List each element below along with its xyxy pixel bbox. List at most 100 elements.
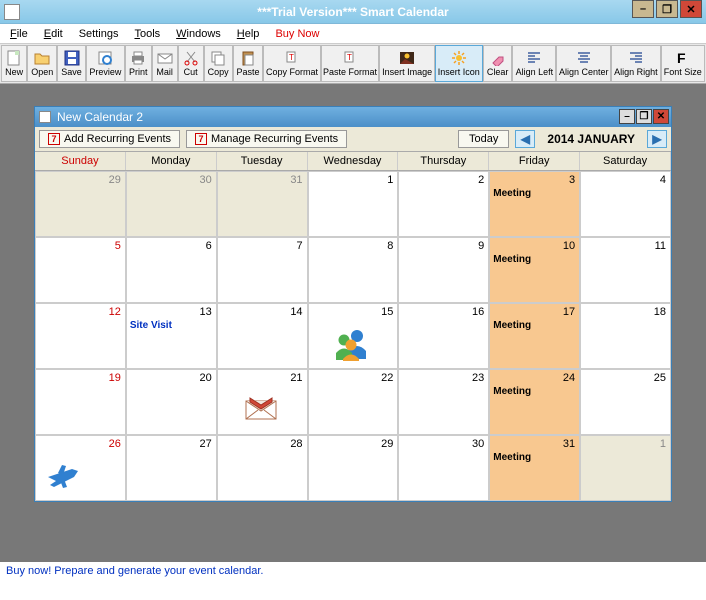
people-icon [333,327,369,364]
copy-format-button[interactable]: TCopy Format [263,45,320,82]
calendar-cell[interactable]: 5 [35,237,126,303]
airplane-icon [44,461,84,494]
manage-recurring-button[interactable]: 7Manage Recurring Events [186,130,347,148]
subwin-minimize-button[interactable]: – [619,109,635,124]
day-number: 5 [115,240,121,252]
cut-button[interactable]: Cut [178,45,204,82]
dayheader-wednesday: Wednesday [308,152,399,170]
day-number: 11 [655,240,666,252]
calendar-toolbar: 7Add Recurring Events 7Manage Recurring … [35,127,671,151]
paste-button[interactable]: Paste [233,45,264,82]
paste-format-button[interactable]: TPaste Format [321,45,380,82]
calendar-cell[interactable]: 11 [580,237,671,303]
cut-icon [183,50,199,66]
calendar-cell[interactable]: 21 [217,369,308,435]
save-button[interactable]: Save [57,45,86,82]
day-number: 26 [109,438,121,450]
copy-button[interactable]: Copy [204,45,233,82]
align-left-button[interactable]: Align Left [512,45,556,82]
insert-image-button[interactable]: Insert Image [379,45,434,82]
calendar-cell[interactable]: 29 [308,435,399,501]
calendar-cell[interactable]: 4 [580,171,671,237]
minimize-button[interactable]: – [632,0,654,18]
menu-file[interactable]: File [4,27,34,41]
subwin-close-button[interactable]: ✕ [653,109,669,124]
calendar-cell[interactable]: 3Meeting [489,171,580,237]
main-toolbar: New Open Save Preview Print Mail Cut Cop… [0,44,706,84]
day-number: 20 [199,372,211,384]
calendar-cell[interactable]: 18 [580,303,671,369]
insert-icon-button[interactable]: Insert Icon [435,45,483,82]
day-number: 15 [381,306,393,318]
menu-windows[interactable]: Windows [170,27,227,41]
day-number: 10 [563,240,575,252]
day-number: 30 [472,438,484,450]
menu-settings[interactable]: Settings [73,27,125,41]
calendar-cell[interactable]: 24Meeting [489,369,580,435]
calendar-cell[interactable]: 15 [308,303,399,369]
calendar-cell[interactable]: 30 [126,171,217,237]
maximize-button[interactable]: ❐ [656,0,678,18]
calendar-cell[interactable]: 9 [398,237,489,303]
calendar-cell[interactable]: 27 [126,435,217,501]
calendar-cell[interactable]: 25 [580,369,671,435]
calendar-cell[interactable]: 7 [217,237,308,303]
print-icon [130,50,146,66]
calendar-cell[interactable]: 30 [398,435,489,501]
subwindow-titlebar[interactable]: New Calendar 2 – ❐ ✕ [35,107,671,127]
day-number: 31 [290,174,302,186]
calendar-cell[interactable]: 1 [580,435,671,501]
calendar-cell[interactable]: 29 [35,171,126,237]
calendar-cell[interactable]: 17Meeting [489,303,580,369]
day-number: 25 [654,372,666,384]
calendar-cell[interactable]: 31 [217,171,308,237]
insert-icon-icon [451,50,467,66]
open-button[interactable]: Open [27,45,57,82]
subwindow-title: New Calendar 2 [57,110,143,124]
menu-edit[interactable]: Edit [38,27,69,41]
menu-help[interactable]: Help [231,27,266,41]
calendar-cell[interactable]: 31Meeting [489,435,580,501]
clear-button[interactable]: Clear [483,45,512,82]
footer-message[interactable]: Buy now! Prepare and generate your event… [0,562,706,580]
add-recurring-button[interactable]: 7Add Recurring Events [39,130,180,148]
day-number: 13 [199,306,211,318]
calendar-cell[interactable]: 14 [217,303,308,369]
calendar-cell[interactable]: 12 [35,303,126,369]
mail-button[interactable]: Mail [152,45,178,82]
subwin-maximize-button[interactable]: ❐ [636,109,652,124]
preview-button[interactable]: Preview [86,45,125,82]
day-number: 22 [381,372,393,384]
svg-text:T: T [289,53,294,62]
day-number: 8 [387,240,393,252]
close-button[interactable]: ✕ [680,0,702,18]
calendar-cell[interactable]: 23 [398,369,489,435]
svg-text:T: T [347,53,352,62]
new-button[interactable]: New [1,45,27,82]
calendar-cell[interactable]: 10Meeting [489,237,580,303]
today-button[interactable]: Today [458,130,509,148]
prev-month-button[interactable]: ◀ [515,130,535,148]
menu-buy-now[interactable]: Buy Now [269,27,325,41]
align-right-button[interactable]: Align Right [611,45,660,82]
calendar-cell[interactable]: 6 [126,237,217,303]
day-number: 2 [478,174,484,186]
event-label: Meeting [493,320,531,331]
font-size-button[interactable]: FFont Size [661,45,705,82]
calendar-cell[interactable]: 19 [35,369,126,435]
new-file-icon [6,50,22,66]
calendar-cell[interactable]: 20 [126,369,217,435]
align-center-button[interactable]: Align Center [556,45,611,82]
calendar-cell[interactable]: 8 [308,237,399,303]
calendar-cell[interactable]: 22 [308,369,399,435]
calendar-cell[interactable]: 13Site Visit [126,303,217,369]
next-month-button[interactable]: ▶ [647,130,667,148]
calendar-cell[interactable]: 1 [308,171,399,237]
calendar-cell[interactable]: 2 [398,171,489,237]
menu-tools[interactable]: Tools [128,27,166,41]
print-button[interactable]: Print [125,45,152,82]
calendar-cell[interactable]: 26 [35,435,126,501]
calendar-cell[interactable]: 28 [217,435,308,501]
calendar-cell[interactable]: 16 [398,303,489,369]
day-number: 27 [199,438,211,450]
